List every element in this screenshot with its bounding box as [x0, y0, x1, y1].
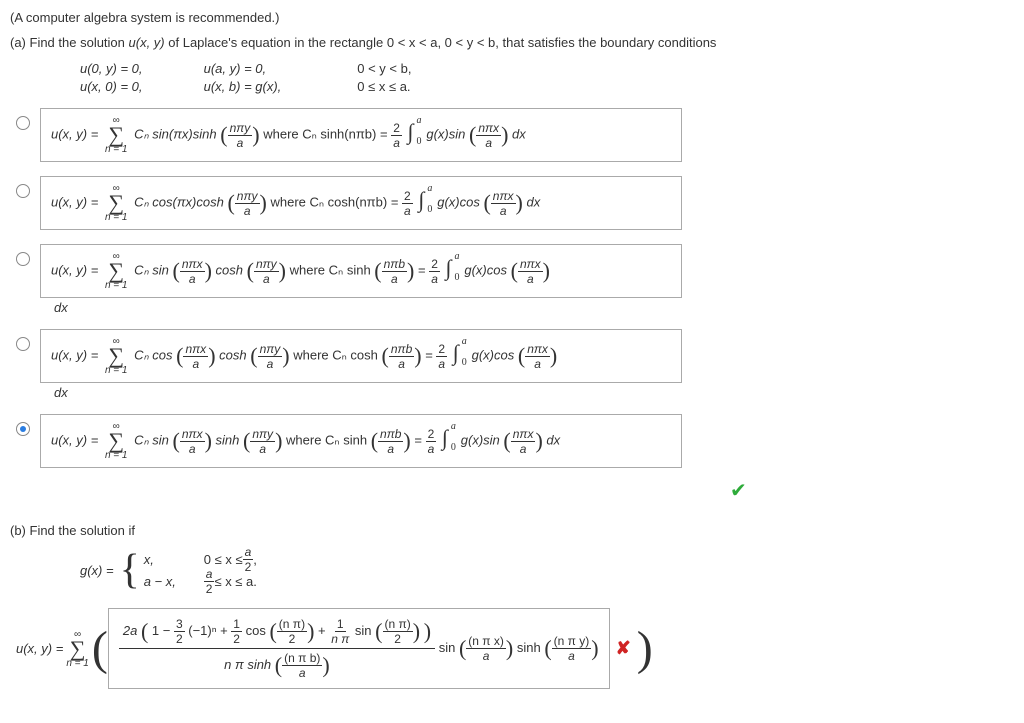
gx-definition: g(x) = { x, 0 ≤ x ≤ a2 , a − x, a2 ≤ x ≤…	[80, 546, 1014, 594]
radio-4[interactable]	[16, 337, 30, 351]
option-1-formula: u(x, y) = ∞∑n = 1 Cₙ sin(πx)sinh (nπya) …	[40, 108, 682, 162]
radio-2[interactable]	[16, 184, 30, 198]
sigma-icon: ∞∑n = 1	[105, 421, 128, 461]
o4-dx: dx	[54, 385, 682, 400]
option-4[interactable]: u(x, y) = ∞∑n = 1 Cₙ cos (nπxa) cosh (nπ…	[16, 329, 1014, 400]
option-5-formula: u(x, y) = ∞∑n = 1 Cₙ sin (nπxa) sinh (nπ…	[40, 414, 682, 468]
bc-21: u(x, 0) = 0,	[80, 78, 200, 96]
integral-icon: ∫a0	[446, 255, 452, 281]
option-group: u(x, y) = ∞∑n = 1 Cₙ sin(πx)sinh (nπya) …	[10, 108, 1014, 503]
integral-icon: ∫a0	[442, 425, 448, 451]
big-close-paren: )	[637, 629, 653, 669]
left-brace-icon: {	[120, 546, 140, 594]
bc-22: u(x, b) = g(x),	[204, 78, 354, 96]
checkmark-icon: ✔	[730, 478, 1014, 503]
final-answer-input[interactable]: 2a ( 1 − 32 (−1)ⁿ + 12 cos ((n π)2) + 1n…	[108, 608, 610, 689]
intro-text: (A computer algebra system is recommende…	[10, 10, 1014, 25]
bc-12: u(a, y) = 0,	[204, 60, 354, 78]
o1-where: where Cₙ sinh(nπb) =	[263, 127, 391, 142]
option-4-formula: u(x, y) = ∞∑n = 1 Cₙ cos (nπxa) cosh (nπ…	[40, 329, 682, 383]
pa-mid: of Laplace's equation in the rectangle	[168, 35, 387, 50]
radio-5[interactable]	[16, 422, 30, 436]
option-2-formula: u(x, y) = ∞∑n = 1 Cₙ cos(πx)cosh (nπya) …	[40, 176, 682, 230]
integral-icon: ∫a0	[408, 119, 414, 145]
pa-post: that satisfies the boundary conditions	[503, 35, 717, 50]
option-5[interactable]: u(x, y) = ∞∑n = 1 Cₙ sin (nπxa) sinh (nπ…	[16, 414, 1014, 468]
pa-pre: (a) Find the solution	[10, 35, 129, 50]
option-1[interactable]: u(x, y) = ∞∑n = 1 Cₙ sin(πx)sinh (nπya) …	[16, 108, 1014, 162]
pa-rect: 0 < x < a, 0 < y < b,	[387, 35, 499, 50]
option-3[interactable]: u(x, y) = ∞∑n = 1 Cₙ sin (nπxa) cosh (nπ…	[16, 244, 1014, 315]
final-answer-row: u(x, y) = ∞∑n = 1 ( 2a ( 1 − 32 (−1)ⁿ + …	[16, 608, 1014, 689]
big-open-paren: (	[92, 629, 108, 669]
part-a-prompt: (a) Find the solution u(x, y) of Laplace…	[10, 35, 1014, 50]
sigma-icon: ∞∑n = 1	[105, 115, 128, 155]
o3-dx: dx	[54, 300, 682, 315]
piece1-left: x,	[144, 552, 204, 567]
sigma-icon: ∞∑n = 1	[105, 336, 128, 376]
cross-icon: ✘	[610, 638, 637, 659]
boundary-conditions: u(0, y) = 0, u(a, y) = 0, 0 < y < b, u(x…	[80, 60, 1014, 96]
final-uxy: u(x, y) =	[16, 641, 63, 656]
o1-prefix: Cₙ sin(πx)sinh	[134, 127, 217, 142]
bc-11: u(0, y) = 0,	[80, 60, 200, 78]
radio-1[interactable]	[16, 116, 30, 130]
radio-3[interactable]	[16, 252, 30, 266]
part-b-prompt: (b) Find the solution if	[10, 523, 1014, 538]
integral-icon: ∫a0	[453, 340, 459, 366]
option-2[interactable]: u(x, y) = ∞∑n = 1 Cₙ cos(πx)cosh (nπya) …	[16, 176, 1014, 230]
sigma-icon: ∞∑n = 1	[66, 629, 89, 669]
bc-13: 0 < y < b,	[357, 61, 411, 76]
sigma-icon: ∞∑n = 1	[105, 183, 128, 223]
pa-uxy: u(x, y)	[129, 35, 165, 50]
integral-icon: ∫a0	[418, 187, 424, 213]
o1-uxy: u(x, y) =	[51, 127, 102, 142]
gx-label: g(x) =	[80, 563, 114, 578]
piece2-left: a − x,	[144, 574, 204, 589]
option-3-formula: u(x, y) = ∞∑n = 1 Cₙ sin (nπxa) cosh (nπ…	[40, 244, 682, 298]
bc-23: 0 ≤ x ≤ a.	[357, 79, 410, 94]
sigma-icon: ∞∑n = 1	[105, 251, 128, 291]
